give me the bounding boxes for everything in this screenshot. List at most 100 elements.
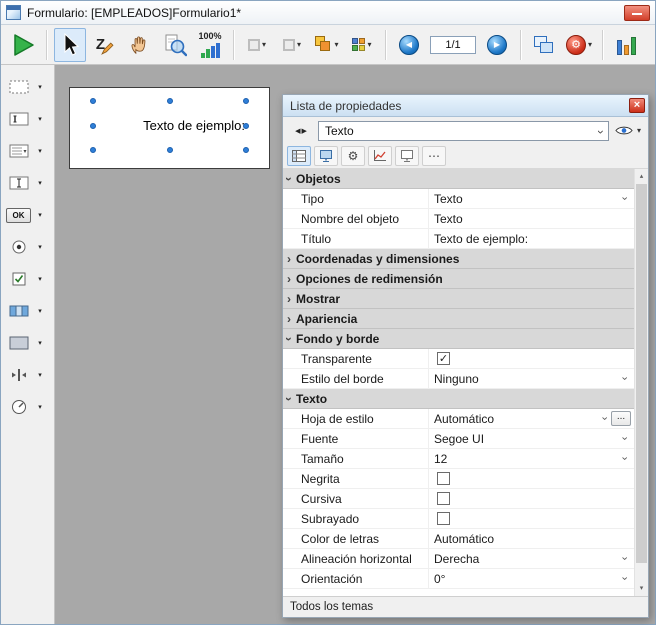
title-bar: Formulario: [EMPLEADOS]Formulario1* (1, 1, 655, 25)
dropdown-arrow-icon[interactable]: ▾ (33, 147, 47, 155)
selection-handle[interactable] (167, 98, 173, 104)
selection-handle[interactable] (167, 147, 173, 153)
visibility-toggle[interactable]: ▾ (612, 121, 644, 141)
selection-handle[interactable] (90, 123, 96, 129)
dropdown-arrow-icon[interactable]: ▾ (33, 339, 47, 347)
pan-tool-button[interactable] (124, 28, 156, 62)
button-tool[interactable]: OK ▾ (4, 203, 54, 227)
next-object-icon[interactable]: ▶ (302, 127, 307, 135)
property-value-dropdown[interactable]: Derecha› (429, 549, 634, 568)
selection-handle[interactable] (243, 123, 249, 129)
property-group-texto[interactable]: ›Texto (283, 389, 634, 409)
dropdown-arrow-icon[interactable]: ▾ (33, 371, 47, 379)
size-icon (283, 39, 295, 51)
property-value-dropdown[interactable]: 0°› (429, 569, 634, 588)
splitter-tool[interactable]: ▾ (4, 363, 54, 387)
dropdown-arrow-icon[interactable]: ▾ (33, 275, 47, 283)
color-grid-icon (352, 38, 365, 51)
zoom-level-button[interactable]: 100% (194, 28, 226, 62)
stack-icon (315, 36, 332, 53)
ellipsis-button[interactable]: ... (611, 411, 631, 426)
scrollbar-thumb[interactable] (636, 184, 647, 563)
play-icon (10, 32, 36, 58)
property-checkbox[interactable] (437, 492, 450, 505)
dropdown-arrow-icon[interactable]: ▾ (33, 307, 47, 315)
tab-properties[interactable] (287, 146, 311, 166)
field-tool[interactable]: ▾ (4, 75, 54, 99)
prev-object-icon[interactable]: ◀ (295, 127, 300, 135)
radio-tool[interactable]: ▾ (4, 235, 54, 259)
selection-handle[interactable] (90, 147, 96, 153)
close-icon[interactable]: × (629, 98, 645, 113)
layers-button[interactable] (528, 28, 560, 62)
run-button[interactable] (7, 28, 39, 62)
property-group-mostrar[interactable]: ›Mostrar (283, 289, 634, 309)
property-checkbox[interactable] (437, 472, 450, 485)
scrollbar[interactable]: ▴ ▾ (634, 169, 648, 596)
panel-status-bar: Todos los temas (283, 596, 648, 617)
rectangle-tool[interactable]: ▾ (4, 331, 54, 355)
buttonbar-tool[interactable]: ▾ (4, 299, 54, 323)
minimize-button[interactable] (624, 5, 650, 21)
dropdown-arrow-icon[interactable]: ▾ (33, 83, 47, 91)
chevron-icon: › (283, 397, 295, 401)
settings-dropdown[interactable]: ⚙ ▾ (563, 28, 595, 62)
dropdown-arrow-icon[interactable]: ▾ (33, 403, 47, 411)
dropdown-arrow-icon[interactable]: ▾ (33, 115, 47, 123)
group-label: Texto (296, 392, 327, 406)
dropdown-arrow-icon: ▾ (334, 41, 338, 49)
scroll-down-icon[interactable]: ▾ (635, 581, 648, 596)
object-selector-combo[interactable]: Texto › (318, 121, 609, 141)
property-value-dropdown[interactable]: 12› (429, 449, 634, 468)
property-checkbox[interactable]: ✓ (437, 352, 450, 365)
align-tools-dropdown[interactable]: ▾ (241, 28, 273, 62)
tab-monitor[interactable] (395, 146, 419, 166)
tab-order-tool-button[interactable]: Z (89, 28, 121, 62)
next-page-button[interactable]: ▶ (481, 28, 513, 62)
dial-tool[interactable]: ▾ (4, 395, 54, 419)
property-group-fondo-y-borde[interactable]: ›Fondo y borde (283, 329, 634, 349)
scroll-up-icon[interactable]: ▴ (635, 169, 648, 184)
panel-header[interactable]: Lista de propiedades × (283, 95, 648, 117)
textbox-tool[interactable]: ▾ (4, 171, 54, 195)
size-tools-dropdown[interactable]: ▾ (276, 28, 308, 62)
selection-handle[interactable] (243, 98, 249, 104)
select-tool-button[interactable] (54, 28, 86, 62)
checkbox-icon (4, 267, 33, 291)
dropdown-arrow-icon[interactable]: ▾ (33, 243, 47, 251)
tab-more[interactable]: ⋯ (422, 146, 446, 166)
property-checkbox[interactable] (437, 512, 450, 525)
property-value-dropdown[interactable]: Texto› (429, 189, 634, 208)
columns-chart-button[interactable] (610, 28, 642, 62)
dropdown-arrow-icon[interactable]: ▾ (33, 211, 47, 219)
tab-display[interactable] (314, 146, 338, 166)
property-value-text: Automático (434, 532, 494, 546)
property-value-dropdown[interactable]: Automático›... (429, 409, 634, 428)
checkbox-tool[interactable]: ▾ (4, 267, 54, 291)
tab-chart[interactable] (368, 146, 392, 166)
listbox-tool[interactable]: ▾ (4, 139, 54, 163)
tab-settings[interactable]: ⚙ (341, 146, 365, 166)
property-name: Tamaño (283, 449, 429, 468)
page-indicator[interactable]: 1/1 (430, 36, 476, 54)
arrange-dropdown[interactable]: ▾ (311, 28, 343, 62)
property-value[interactable]: Texto (429, 209, 634, 228)
property-group-opciones-de-redimension[interactable]: ›Opciones de redimensión (283, 269, 634, 289)
zoom-tool-button[interactable] (159, 28, 191, 62)
selected-label-object[interactable]: Texto de ejemplo: (93, 102, 246, 149)
selection-handle[interactable] (90, 98, 96, 104)
selection-handle[interactable] (243, 147, 249, 153)
property-value[interactable]: Texto de ejemplo: (429, 229, 634, 248)
prev-page-button[interactable]: ◀ (393, 28, 425, 62)
object-nav-buttons[interactable]: ◀ ▶ (287, 121, 315, 141)
property-group-objetos[interactable]: ›Objetos (283, 169, 634, 189)
property-group-apariencia[interactable]: ›Apariencia (283, 309, 634, 329)
style-grid-dropdown[interactable]: ▾ (346, 28, 378, 62)
property-group-coordenadas-y-dimensiones[interactable]: ›Coordenadas y dimensiones (283, 249, 634, 269)
status-text: Todos los temas (290, 601, 373, 613)
property-value[interactable]: Automático (429, 529, 634, 548)
dropdown-arrow-icon[interactable]: ▾ (33, 179, 47, 187)
label-tool[interactable]: ▾ (4, 107, 54, 131)
property-value-dropdown[interactable]: Ninguno› (429, 369, 634, 388)
property-value-dropdown[interactable]: Segoe UI› (429, 429, 634, 448)
